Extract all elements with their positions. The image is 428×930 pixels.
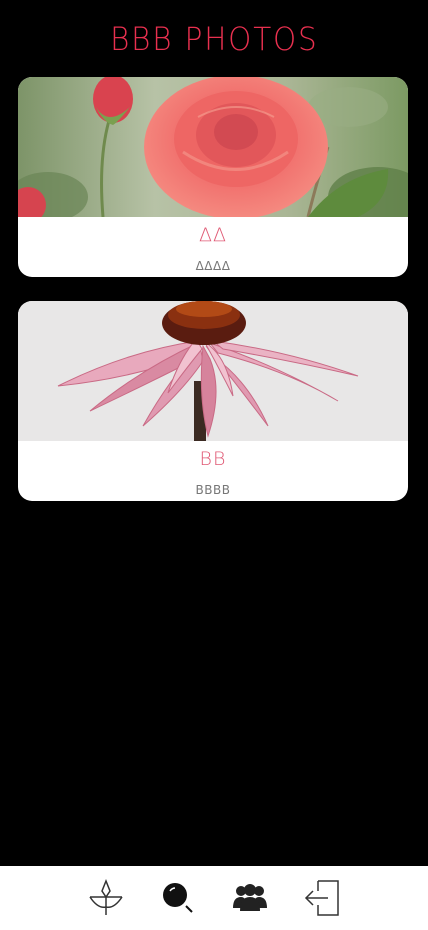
photo-card[interactable]: ΔΔ ΔΔΔΔ: [18, 77, 408, 277]
rose-photo: [18, 77, 408, 217]
photo-title: BB: [199, 448, 227, 470]
search-icon: [163, 883, 193, 913]
photo-subtitle: BBBB: [195, 483, 231, 497]
nav-logout-button[interactable]: [286, 866, 358, 930]
app-title: BBB PHOTOS: [109, 20, 319, 58]
plant-icon: [89, 879, 123, 915]
photo-subtitle: ΔΔΔΔ: [195, 259, 231, 273]
nav-plant-button[interactable]: [70, 866, 142, 930]
nav-search-button[interactable]: [142, 866, 214, 930]
bottom-navigation: [0, 866, 428, 930]
app-screen: BBB PHOTOS ΔΔ ΔΔΔΔ BB BBBB: [0, 0, 428, 930]
nav-group-button[interactable]: [214, 866, 286, 930]
logout-icon: [304, 880, 339, 916]
coneflower-photo: [18, 301, 408, 441]
photo-card[interactable]: BB BBBB: [18, 301, 408, 501]
photo-title: ΔΔ: [199, 224, 227, 246]
header: BBB PHOTOS: [0, 0, 428, 78]
group-icon: [233, 884, 267, 911]
